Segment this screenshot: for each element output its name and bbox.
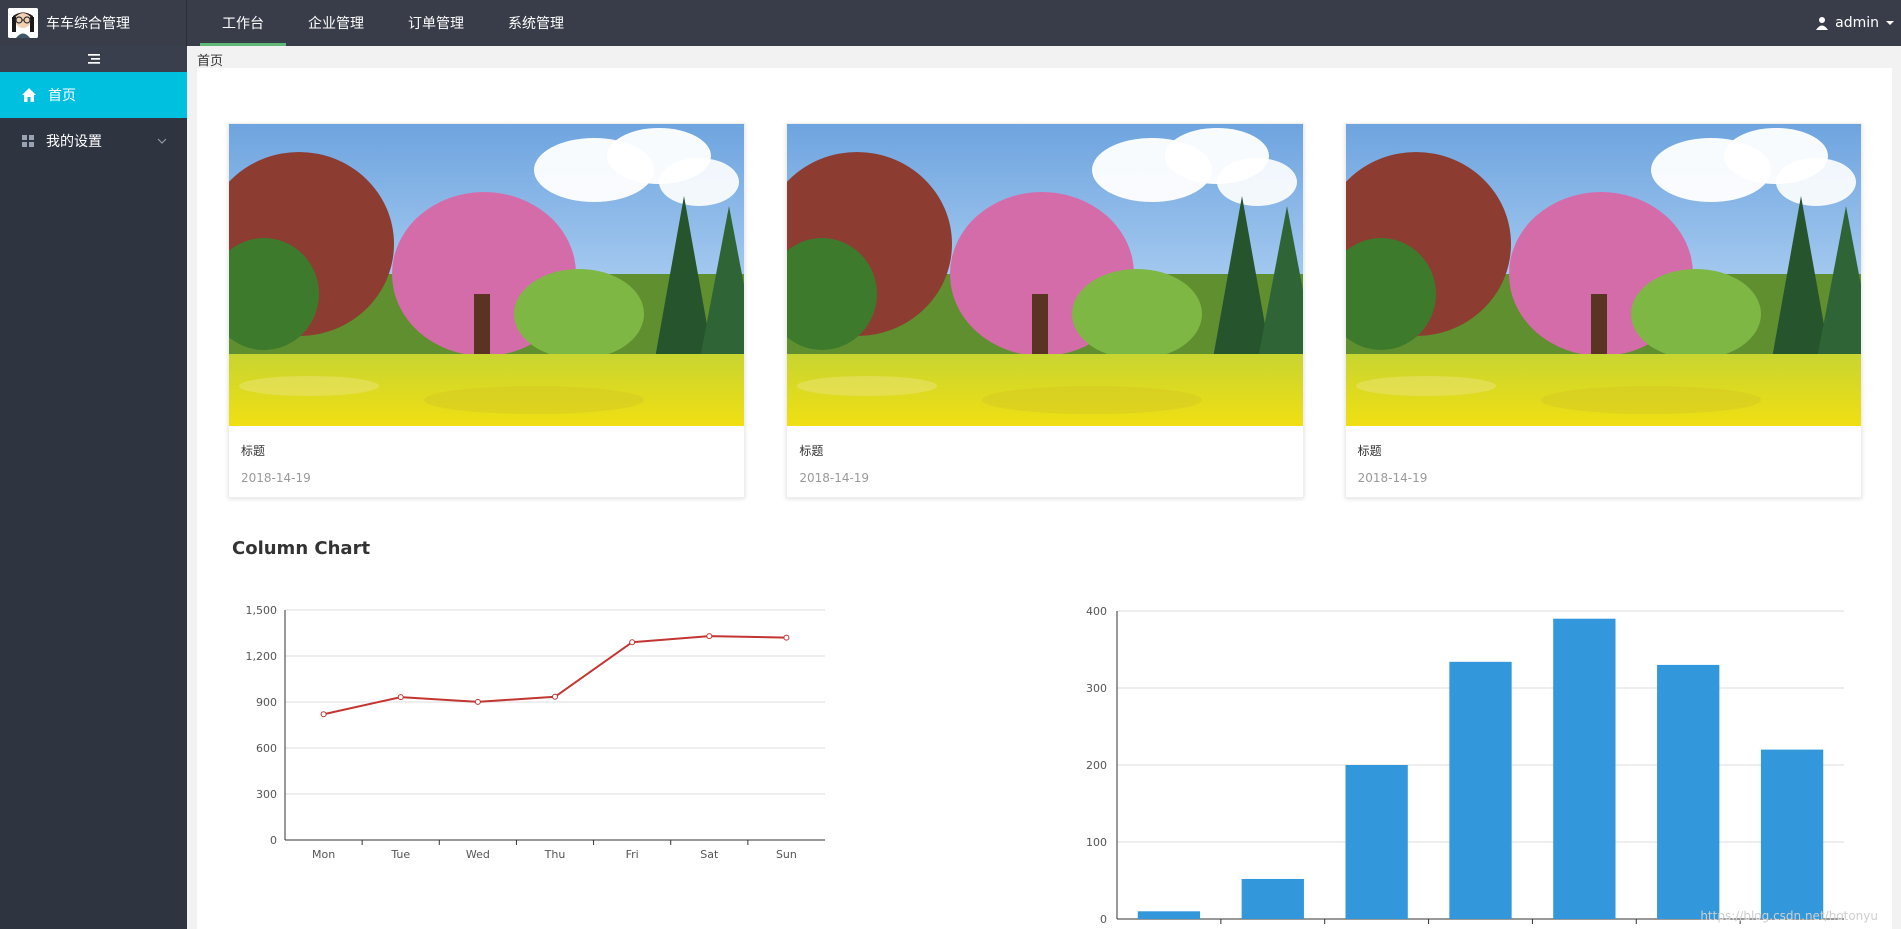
grid-icon [22,135,34,147]
line-series [323,635,787,716]
top-navigation-bar: 车车综合管理 工作台 企业管理 订单管理 系统管理 admin [0,0,1901,46]
y-tick-label: 600 [256,742,277,755]
bar[interactable] [1137,911,1201,919]
landscape-image [229,124,745,426]
x-tick-label: Tue [390,848,410,861]
line-point[interactable] [320,711,327,718]
chevron-down-icon [1886,21,1894,25]
x-tick-label: Thu [544,848,566,861]
main-content: 首页 标题 2018-14-19 标题 2018-14-19 标题 2018-1… [187,46,1901,929]
y-tick-label: 100 [1086,836,1107,849]
card-date: 2018-14-19 [799,471,870,485]
top-nav: 工作台 企业管理 订单管理 系统管理 [200,0,586,46]
landscape-image [787,124,1303,426]
x-tick-label: Mon [312,848,335,861]
bar[interactable] [1241,878,1304,919]
x-tick-label: Fri [626,848,639,861]
card[interactable]: 标题 2018-14-19 [228,123,746,498]
sidebar: 首页 我的设置 [0,46,187,929]
card-title: 标题 [1357,444,1382,458]
top-nav-label: 系统管理 [508,16,564,32]
line-chart: 0 300 600 900 1,200 1,500 Mon Tue Wed Thu Fri Sat Su… [246,604,825,861]
y-tick-label: 900 [256,696,277,709]
breadcrumb-current: 首页 [197,54,224,69]
top-nav-label: 订单管理 [408,16,464,32]
bar[interactable] [1553,618,1616,919]
user-menu[interactable]: admin [1815,0,1895,46]
line-point[interactable] [474,698,481,705]
card-body: 标题 2018-14-19 [229,426,744,497]
landscape-image [1345,124,1861,426]
user-icon [1816,17,1829,30]
y-tick-label: 300 [256,788,277,801]
watermark: https://blog.csdn.net/hotonyu [1700,909,1878,923]
bar[interactable] [1345,765,1408,919]
bar[interactable] [1760,749,1824,919]
card-body: 标题 2018-14-19 [1346,426,1861,497]
top-nav-system-management[interactable]: 系统管理 [486,0,586,46]
chevron-down-icon [157,138,167,144]
sidebar-toggle-button[interactable] [0,46,187,72]
card-body: 标题 2018-14-19 [787,426,1302,497]
line-point[interactable] [397,694,404,701]
card-date: 2018-14-19 [1357,471,1428,485]
card-list: 标题 2018-14-19 标题 2018-14-19 标题 2018-14-1… [228,123,1862,498]
y-tick-label: 200 [1086,759,1107,772]
y-tick-label: 400 [1086,605,1107,618]
top-nav-enterprise-management[interactable]: 企业管理 [286,0,386,46]
line-point[interactable] [783,634,790,641]
card-title: 标题 [241,444,266,458]
card[interactable]: 标题 2018-14-19 [786,123,1304,498]
top-nav-order-management[interactable]: 订单管理 [386,0,486,46]
line-point[interactable] [706,633,713,640]
chart-section-title: Column Chart [232,538,371,559]
top-nav-label: 工作台 [222,16,264,32]
sidebar-item-label: 首页 [48,88,76,104]
home-icon [22,88,36,102]
x-tick-label: Wed [466,848,490,861]
bar-chart: 0100200300400MonTueWedThuFriSatSun [1086,605,1844,929]
dashboard-panel: 标题 2018-14-19 标题 2018-14-19 标题 2018-14-1… [197,68,1892,929]
app-title: 车车综合管理 [46,16,130,32]
bar[interactable] [1449,661,1512,919]
card-title: 标题 [799,444,824,458]
card-date: 2018-14-19 [241,471,311,485]
top-nav-label: 企业管理 [308,16,364,32]
user-name: admin [1835,15,1879,31]
y-tick-label: 1,500 [246,604,278,617]
top-nav-workbench[interactable]: 工作台 [200,0,286,46]
x-tick-label: Sun [776,848,797,861]
breadcrumb: 首页 [197,50,223,69]
line-point[interactable] [552,693,558,700]
bar[interactable] [1657,664,1720,919]
menu-icon [87,54,100,64]
y-tick-label: 0 [270,834,277,847]
sidebar-item-my-settings[interactable]: 我的设置 [0,118,187,164]
sidebar-item-home[interactable]: 首页 [0,72,187,118]
y-tick-label: 300 [1086,682,1107,695]
line-point[interactable] [629,639,636,646]
sidebar-item-label: 我的设置 [46,134,102,150]
y-tick-label: 0 [1100,913,1107,926]
x-tick-label: Sat [700,848,719,861]
y-tick-label: 1,200 [246,650,278,663]
card[interactable]: 标题 2018-14-19 [1344,123,1862,498]
avatar[interactable] [8,8,38,38]
brand: 车车综合管理 [0,0,187,46]
